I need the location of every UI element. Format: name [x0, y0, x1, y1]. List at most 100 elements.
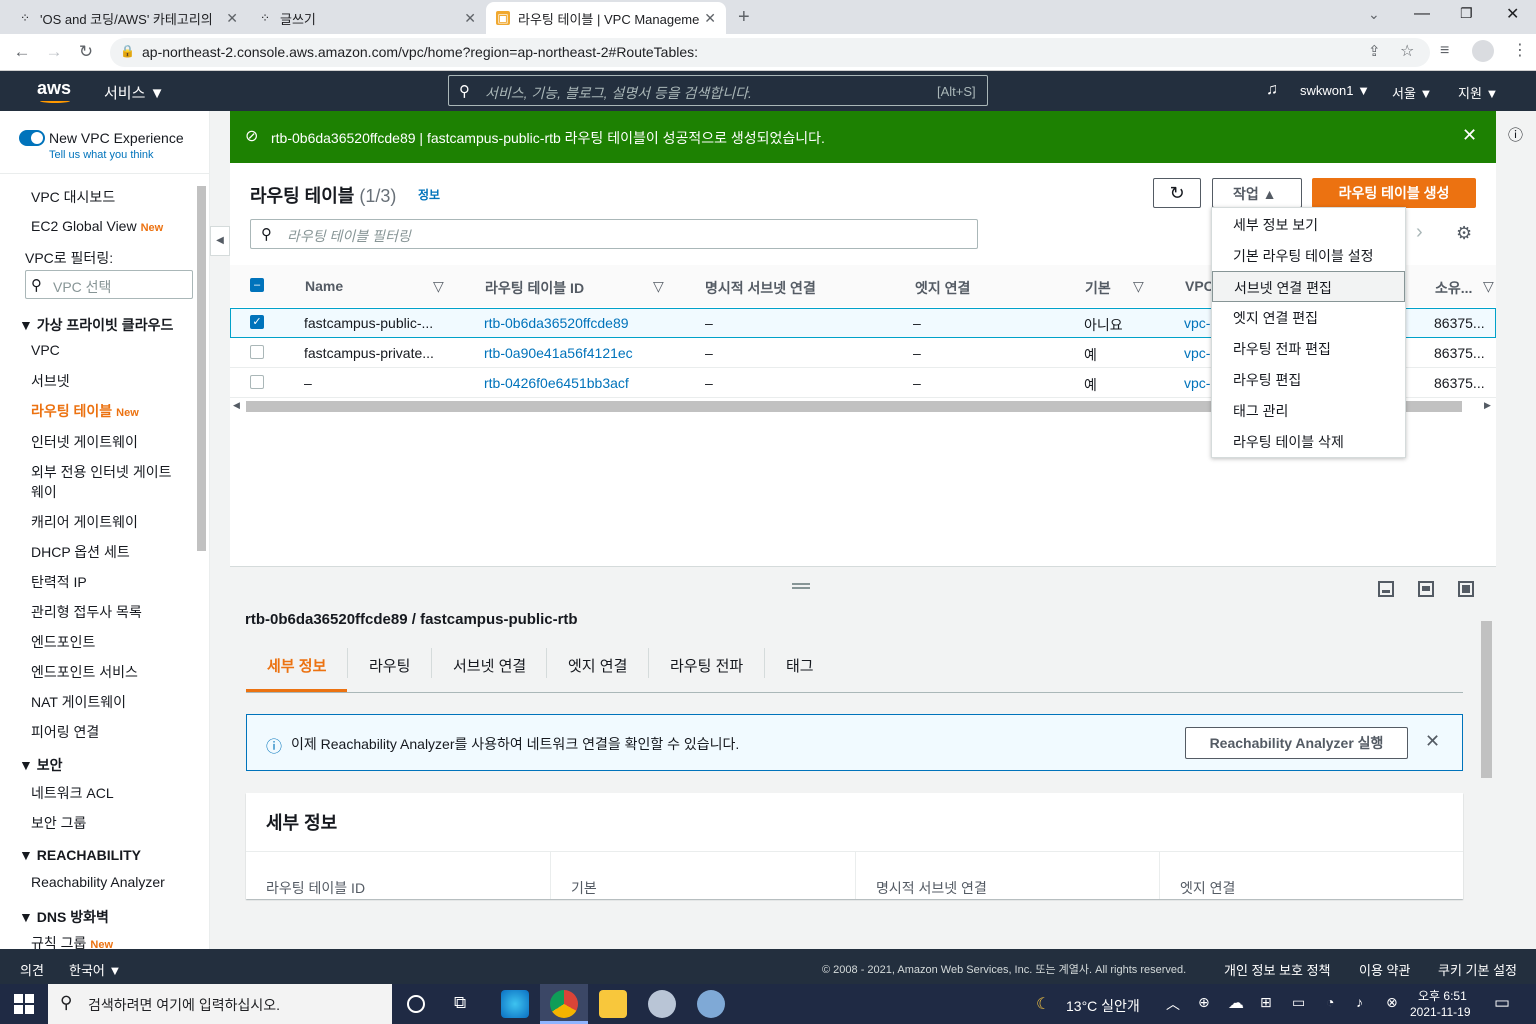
menu-item-edit-routes[interactable]: 라우팅 편집: [1212, 364, 1405, 395]
actions-button[interactable]: 작업 ▲: [1212, 178, 1302, 208]
paint-icon[interactable]: [697, 990, 725, 1018]
sidebar-item-subnets[interactable]: 서브넷: [31, 371, 70, 391]
browser-tab[interactable]: ⁘ 'OS and 코딩/AWS' 카테고리의 ✕: [8, 2, 248, 34]
sidebar-item-carrier-gateways[interactable]: 캐리어 게이트웨이: [31, 512, 138, 532]
clock-time[interactable]: 오후 6:51: [1418, 987, 1467, 1004]
notification-center-icon[interactable]: ▭: [1494, 993, 1510, 1013]
sidebar-item-dhcp[interactable]: DHCP 옵션 세트: [31, 542, 130, 562]
settings-gear-icon[interactable]: ⚙: [1456, 223, 1472, 244]
sidebar-item-security-groups[interactable]: 보안 그룹: [31, 813, 86, 833]
tab-route-propagation[interactable]: 라우팅 전파: [670, 655, 743, 676]
row-checkbox[interactable]: [250, 345, 264, 359]
row-checkbox[interactable]: ✓: [250, 315, 264, 329]
volume-icon[interactable]: ♪: [1356, 994, 1363, 1010]
cell-vpc[interactable]: vpc-: [1184, 315, 1210, 331]
column-header-id[interactable]: 라우팅 테이블 ID: [485, 278, 584, 298]
tab-routes[interactable]: 라우팅: [369, 655, 410, 676]
region-menu[interactable]: 서울 ▼: [1392, 83, 1432, 102]
task-view-icon[interactable]: ⧉: [454, 993, 466, 1013]
snipping-tool-icon[interactable]: [648, 990, 676, 1018]
cortana-icon[interactable]: [407, 995, 425, 1013]
account-menu[interactable]: swkwon1 ▼: [1300, 83, 1370, 98]
sidebar-section-security[interactable]: ▼ 보안: [19, 755, 63, 775]
menu-item-view-details[interactable]: 세부 정보 보기: [1212, 209, 1405, 240]
file-explorer-icon[interactable]: [599, 990, 627, 1018]
table-filter-input[interactable]: ⚲ 라우팅 테이블 필터링: [250, 219, 978, 249]
battery-icon[interactable]: ▭: [1292, 994, 1305, 1011]
tray-app-icon[interactable]: ⊕: [1198, 994, 1210, 1011]
cell-route-table-id[interactable]: rtb-0a90e41a56f4121ec: [484, 345, 633, 361]
back-icon[interactable]: ←: [12, 42, 32, 62]
close-icon[interactable]: ✕: [704, 10, 716, 27]
column-header-owner[interactable]: 소유...: [1435, 278, 1472, 298]
menu-item-set-main[interactable]: 기본 라우팅 테이블 설정: [1212, 240, 1405, 271]
profile-avatar[interactable]: [1472, 40, 1494, 62]
sidebar-item-route-tables[interactable]: 라우팅 테이블 New: [31, 401, 139, 421]
tab-tags[interactable]: 태그: [786, 655, 814, 676]
onedrive-cloud-icon[interactable]: ☁: [1228, 993, 1244, 1013]
clock-date[interactable]: 2021-11-19: [1410, 1005, 1471, 1019]
notification-bell-icon[interactable]: ♫: [1266, 81, 1278, 99]
reload-icon[interactable]: ↻: [76, 42, 96, 62]
tab-subnet-associations[interactable]: 서브넷 연결: [453, 655, 526, 676]
language-select[interactable]: 한국어 ▼: [69, 960, 121, 979]
close-icon[interactable]: ✕: [226, 10, 238, 27]
sort-icon[interactable]: ▽: [1133, 278, 1144, 295]
collapse-sidebar-icon[interactable]: ◀: [210, 226, 230, 256]
sidebar-section-dns-firewall[interactable]: ▼ DNS 방화벽: [19, 907, 109, 927]
bookmark-star-icon[interactable]: ☆: [1400, 41, 1414, 61]
browser-tab-active[interactable]: ▣ 라우팅 테이블 | VPC Manageme ✕: [486, 2, 726, 34]
sidebar-item-reachability-analyzer[interactable]: Reachability Analyzer: [31, 874, 165, 890]
column-header-edge[interactable]: 엣지 연결: [915, 278, 970, 298]
new-tab-icon[interactable]: +: [738, 6, 750, 29]
cookie-preferences-link[interactable]: 쿠키 기본 설정: [1438, 960, 1517, 979]
chrome-taskbar-item[interactable]: [540, 984, 588, 1024]
sidebar-item-ec2-global-view[interactable]: EC2 Global View New: [31, 218, 163, 234]
browser-menu-icon[interactable]: ⋮: [1512, 40, 1528, 60]
column-header-subnet[interactable]: 명시적 서브넷 연결: [705, 278, 816, 298]
info-link[interactable]: 정보: [418, 186, 440, 203]
tab-edge-associations[interactable]: 엣지 연결: [568, 655, 627, 676]
tray-security-icon[interactable]: ⊞: [1260, 994, 1272, 1011]
sidebar-item-elastic-ip[interactable]: 탄력적 IP: [31, 572, 87, 592]
windows-start-icon[interactable]: [14, 994, 34, 1014]
weather-text[interactable]: 13°C 실안개: [1066, 996, 1140, 1016]
select-all-checkbox[interactable]: –: [250, 278, 264, 292]
forward-icon[interactable]: →: [44, 42, 64, 62]
sidebar-item-network-acl[interactable]: 네트워크 ACL: [31, 783, 114, 803]
scroll-left-icon[interactable]: ◀: [233, 400, 240, 411]
next-page-icon[interactable]: ›: [1416, 221, 1423, 244]
tray-expand-icon[interactable]: ︿: [1166, 994, 1180, 1014]
taskbar-search-box[interactable]: ⚲ 검색하려면 여기에 입력하십시오.: [48, 984, 392, 1024]
sidebar-item-endpoint-services[interactable]: 엔드포인트 서비스: [31, 662, 138, 682]
panel-full-icon[interactable]: [1458, 581, 1474, 597]
terms-link[interactable]: 이용 약관: [1359, 960, 1410, 979]
feedback-link[interactable]: 의견: [20, 960, 44, 979]
sidebar-scrollbar[interactable]: [197, 186, 206, 551]
global-search-input[interactable]: ⚲ 서비스, 기능, 블로그, 설명서 등을 검색합니다. [Alt+S]: [448, 75, 988, 106]
cell-route-table-id[interactable]: rtb-0426f0e6451bb3acf: [484, 375, 629, 391]
sidebar-item-endpoints[interactable]: 엔드포인트: [31, 632, 95, 652]
sidebar-item-vpc[interactable]: VPC: [31, 342, 60, 358]
window-close-icon[interactable]: ✕: [1506, 4, 1519, 24]
wifi-icon[interactable]: ◔: [1326, 994, 1334, 1010]
support-menu[interactable]: 지원 ▼: [1458, 83, 1498, 102]
sidebar-item-vpc-dashboard[interactable]: VPC 대시보드: [31, 187, 115, 207]
cell-vpc[interactable]: vpc-: [1184, 375, 1210, 391]
minimize-icon[interactable]: —: [1414, 5, 1430, 23]
menu-item-edit-route-propagation[interactable]: 라우팅 전파 편집: [1212, 333, 1405, 364]
privacy-link[interactable]: 개인 정보 보호 정책: [1224, 960, 1331, 979]
new-experience-toggle[interactable]: [19, 130, 45, 146]
menu-item-edit-edge-associations[interactable]: 엣지 연결 편집: [1212, 302, 1405, 333]
tab-search-icon[interactable]: ⌄: [1368, 6, 1380, 23]
detail-scrollbar[interactable]: [1481, 621, 1492, 778]
restore-icon[interactable]: ❐: [1460, 5, 1473, 22]
menu-item-edit-subnet-associations[interactable]: 서브넷 연결 편집: [1212, 271, 1405, 302]
sidebar-item-egress-gateways-wrap[interactable]: 웨이: [31, 482, 57, 502]
services-menu[interactable]: 서비스 ▼: [104, 82, 164, 103]
create-route-table-button[interactable]: 라우팅 테이블 생성: [1312, 178, 1476, 208]
sort-icon[interactable]: ▽: [433, 278, 444, 295]
menu-item-manage-tags[interactable]: 태그 관리: [1212, 395, 1405, 426]
sort-icon[interactable]: ▽: [1483, 278, 1494, 295]
sidebar-item-prefix-lists[interactable]: 관리형 접두사 목록: [31, 602, 142, 622]
